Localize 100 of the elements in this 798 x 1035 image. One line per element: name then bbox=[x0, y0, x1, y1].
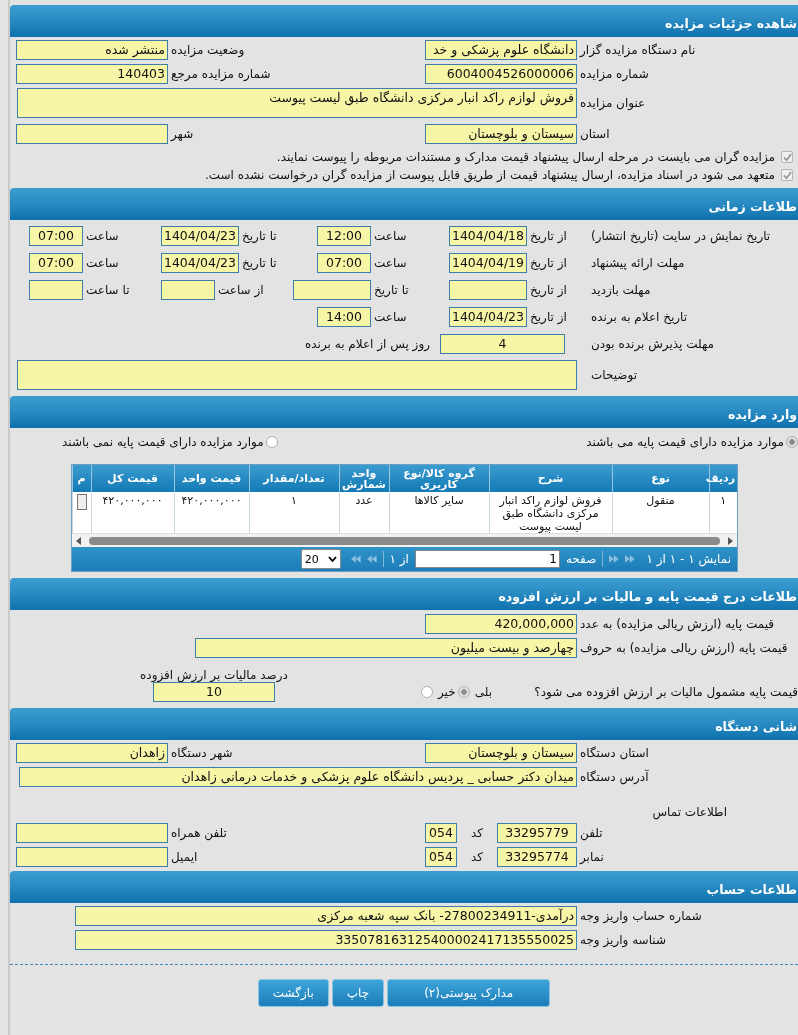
input-field[interactable]: زاهدان bbox=[16, 743, 168, 763]
radio-button[interactable] bbox=[786, 436, 798, 448]
time-field[interactable] bbox=[161, 279, 215, 300]
field-label: کد bbox=[470, 826, 484, 840]
checkbox[interactable] bbox=[781, 151, 793, 163]
section-header: وارد مزایده bbox=[10, 396, 798, 428]
input-field[interactable]: درآمدی-27800234911- بانک سپه شعبه مرکزی bbox=[75, 906, 577, 926]
section-header: طلاعات درج قیمت پایه و مالیات بر ارزش افزوده bbox=[10, 578, 798, 610]
checkbox[interactable] bbox=[781, 169, 793, 181]
action-button[interactable]: چاپ bbox=[331, 979, 385, 1007]
radio-button[interactable] bbox=[457, 686, 470, 698]
input-field[interactable]: 420,000,000 bbox=[425, 614, 577, 634]
page-label: صفحه bbox=[565, 552, 597, 566]
field-label: تلفن همراه bbox=[170, 826, 228, 840]
date-field[interactable]: 1404/04/23 bbox=[449, 306, 527, 327]
action-button[interactable]: مدارک پیوستی(۲) bbox=[387, 979, 551, 1007]
field-label: کد bbox=[470, 850, 484, 864]
input-field[interactable]: سیستان و بلوچستان bbox=[425, 743, 577, 763]
date-field[interactable]: 1404/04/19 bbox=[449, 252, 527, 273]
field-caption: تا تاریخ bbox=[373, 282, 410, 297]
column-header[interactable]: گروه کالا/نوع کاربری bbox=[389, 465, 489, 492]
section-header: شاهده جزئیات مزایده bbox=[10, 5, 798, 37]
date-field[interactable]: 1404/04/23 bbox=[161, 252, 239, 273]
notes-field[interactable] bbox=[17, 360, 577, 390]
input-field[interactable]: دانشگاه علوم پزشکی و خد bbox=[425, 40, 577, 60]
field-label: درصد مالیات بر ارزش افزوده bbox=[140, 668, 288, 682]
field-label: شماره مزایده مرجع bbox=[170, 67, 272, 81]
section-header: شانی دستگاه bbox=[10, 708, 798, 740]
section-header: طلاعات زمانی bbox=[10, 188, 798, 220]
field-caption: از تاریخ bbox=[529, 309, 568, 324]
input-field[interactable]: چهارصد و بیست میلیون bbox=[195, 638, 577, 658]
input-field[interactable]: میدان دکتر حسابی _ پردیس دانشگاه علوم پزشکی و خدمات درمانی زاهدان bbox=[19, 767, 577, 787]
column-header[interactable]: قیمت واحد bbox=[174, 465, 249, 492]
input-field[interactable]: 10 bbox=[152, 682, 275, 702]
input-field[interactable]: 054 bbox=[425, 823, 457, 843]
input-field[interactable]: 6004004526000006 bbox=[425, 64, 577, 84]
input-field[interactable]: 33295774 bbox=[497, 847, 577, 867]
field-label: شهر دستگاه bbox=[170, 746, 234, 760]
field-caption: از تاریخ bbox=[529, 282, 568, 297]
column-header[interactable]: قیمت کل bbox=[91, 465, 174, 492]
radio-label: موارد مزایده دارای قیمت پایه می باشند bbox=[586, 435, 784, 449]
date-field[interactable]: 1404/04/23 bbox=[161, 225, 239, 246]
time-field[interactable] bbox=[29, 279, 83, 300]
radio-label: بلی bbox=[473, 685, 492, 699]
input-field[interactable]: 4 bbox=[440, 333, 565, 354]
time-field[interactable]: 07:00 bbox=[29, 252, 83, 273]
field-label: مهلت ارائه پیشنهاد bbox=[590, 255, 686, 270]
field-label: شناسه واریز وجه bbox=[579, 933, 667, 947]
input-field[interactable]: 33295779 bbox=[497, 823, 577, 843]
column-header[interactable]: واحد شمارش bbox=[339, 465, 389, 492]
field-label: تاریخ نمایش در سایت (تاریخ انتشار) bbox=[590, 228, 772, 243]
time-field[interactable]: 12:00 bbox=[317, 225, 371, 246]
input-field[interactable]: فروش لوازم راکد انبار مرکزی دانشگاه طبق لیست پیوست bbox=[17, 88, 577, 118]
input-field[interactable] bbox=[16, 847, 168, 867]
field-label: آدرس دستگاه bbox=[579, 770, 650, 784]
field-label: شماره مزایده bbox=[579, 67, 650, 81]
action-button[interactable]: بازگشت bbox=[257, 979, 329, 1007]
page-size-select[interactable]: 20 bbox=[300, 549, 342, 569]
field-caption: تا ساعت bbox=[85, 282, 131, 297]
field-label: ایمیل bbox=[170, 850, 199, 864]
date-field[interactable]: 1404/04/18 bbox=[449, 225, 527, 246]
date-field[interactable] bbox=[449, 279, 527, 300]
field-label: قیمت پایه (ارزش ریالی مزایده) به عدد bbox=[579, 617, 775, 631]
time-field[interactable]: 07:00 bbox=[29, 225, 83, 246]
radio-button[interactable] bbox=[421, 686, 433, 698]
last-page-icon[interactable] bbox=[351, 555, 361, 563]
time-field[interactable]: 14:00 bbox=[317, 306, 371, 327]
column-header[interactable]: تعداد/مقدار bbox=[249, 465, 339, 492]
input-field[interactable] bbox=[16, 823, 168, 843]
field-caption: از ساعت bbox=[217, 282, 265, 297]
input-field[interactable]: منتشر شده bbox=[16, 40, 168, 60]
field-label: مهلت پذیرش برنده بودن bbox=[590, 336, 715, 351]
chevron-down-icon bbox=[328, 556, 338, 562]
horizontal-scrollbar[interactable] bbox=[72, 533, 737, 547]
time-field[interactable]: 07:00 bbox=[317, 252, 371, 273]
field-caption: از تاریخ bbox=[529, 255, 568, 270]
input-field[interactable]: سیستان و بلوچستان bbox=[425, 124, 577, 144]
row-action-button[interactable] bbox=[76, 494, 87, 510]
first-page-icon[interactable] bbox=[624, 555, 635, 563]
radio-label: خیر bbox=[436, 685, 456, 699]
field-caption: تا تاریخ bbox=[241, 228, 278, 243]
input-field[interactable]: 335078163125400002417135550025 bbox=[75, 930, 577, 950]
radio-button[interactable] bbox=[265, 436, 278, 448]
field-label: وضعیت مزایده bbox=[170, 43, 246, 57]
input-field[interactable] bbox=[16, 124, 168, 144]
next-page-icon[interactable] bbox=[366, 555, 377, 563]
column-header[interactable]: م bbox=[72, 465, 91, 492]
field-caption: ساعت bbox=[85, 255, 120, 270]
page-number-field[interactable]: 1 bbox=[414, 550, 560, 568]
checkbox-label: متعهد می شود در اسناد مزایده، ارسال پیشنهاد قیمت از طریق فایل پیوست از مزایده گران درخواست نشده است. bbox=[204, 168, 775, 182]
field-caption: تا تاریخ bbox=[241, 255, 278, 270]
column-header[interactable]: شرح bbox=[489, 465, 612, 492]
field-caption: ساعت bbox=[373, 309, 408, 324]
field-label: نام دستگاه مزایده گزار bbox=[578, 43, 697, 57]
date-field[interactable] bbox=[293, 279, 371, 300]
previous-page-icon[interactable] bbox=[609, 555, 619, 563]
field-caption: ساعت bbox=[373, 255, 408, 270]
input-field[interactable]: 140403 bbox=[16, 64, 168, 84]
field-label: مهلت بازدید bbox=[590, 282, 652, 297]
input-field[interactable]: 054 bbox=[425, 847, 457, 867]
